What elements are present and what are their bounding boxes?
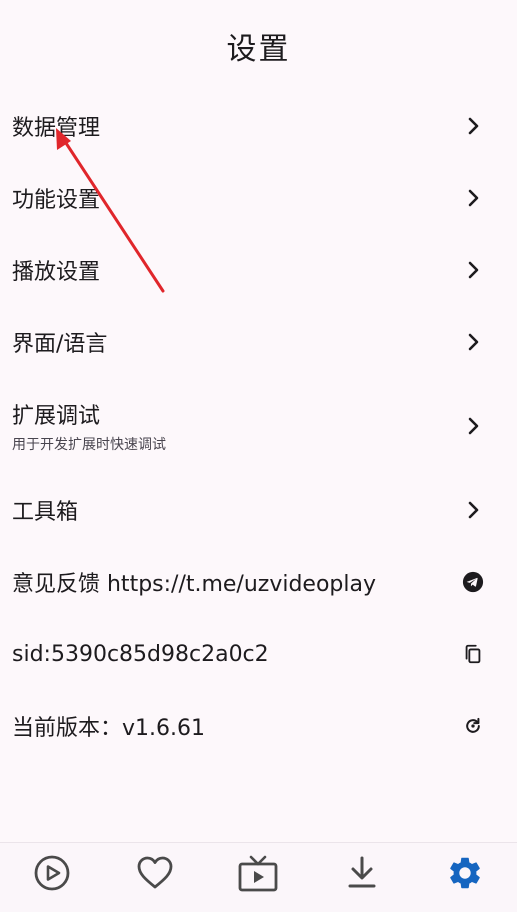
settings-item-version[interactable]: 当前版本：v1.6.61	[0, 690, 517, 762]
download-icon	[345, 855, 379, 895]
chevron-right-icon	[459, 412, 487, 440]
settings-screen: 设置 数据管理 功能设置 播放设置 界面/语言 扩展调试 用于开发扩展时快速调试…	[0, 0, 517, 912]
settings-item-sid[interactable]: sid:5390c85d98c2a0c2	[0, 618, 517, 690]
chevron-right-icon	[459, 184, 487, 212]
chevron-right-icon	[459, 256, 487, 284]
settings-item-label: 数据管理	[12, 116, 101, 141]
settings-item-feedback[interactable]: 意见反馈 https://t.me/uzvideoplay	[0, 546, 517, 618]
nav-live-tab[interactable]	[228, 850, 288, 900]
heart-icon	[135, 855, 175, 895]
settings-item-label: 播放设置	[12, 260, 101, 285]
chevron-right-icon	[459, 112, 487, 140]
play-circle-icon	[33, 854, 71, 896]
page-title: 设置	[226, 32, 291, 67]
nav-play-tab[interactable]	[22, 850, 82, 900]
settings-item-label: 意见反馈 https://t.me/uzvideoplay	[12, 572, 377, 597]
settings-item-extension-debug[interactable]: 扩展调试 用于开发扩展时快速调试	[0, 378, 517, 474]
nav-favorites-tab[interactable]	[125, 850, 185, 900]
gear-icon	[446, 854, 484, 896]
copy-icon[interactable]	[459, 640, 487, 668]
settings-item-label: sid:5390c85d98c2a0c2	[12, 641, 269, 667]
settings-item-toolbox[interactable]: 工具箱	[0, 474, 517, 546]
settings-item-playback[interactable]: 播放设置	[0, 234, 517, 306]
tv-icon	[237, 853, 279, 897]
settings-item-subtitle: 用于开发扩展时快速调试	[12, 437, 166, 453]
refresh-icon[interactable]	[459, 712, 487, 740]
settings-item-label: 界面/语言	[12, 332, 108, 357]
telegram-icon	[459, 568, 487, 596]
chevron-right-icon	[459, 496, 487, 524]
nav-download-tab[interactable]	[332, 850, 392, 900]
settings-item-label: 扩展调试	[12, 404, 101, 429]
bottom-navigation	[0, 842, 517, 912]
settings-item-interface-language[interactable]: 界面/语言	[0, 306, 517, 378]
settings-item-data-management[interactable]: 数据管理	[0, 90, 517, 162]
settings-item-label: 工具箱	[12, 500, 79, 525]
settings-item-label: 功能设置	[12, 188, 101, 213]
chevron-right-icon	[459, 328, 487, 356]
app-bar: 设置	[0, 0, 517, 92]
settings-list: 数据管理 功能设置 播放设置 界面/语言 扩展调试 用于开发扩展时快速调试 工具…	[0, 90, 517, 762]
nav-settings-tab[interactable]	[435, 850, 495, 900]
settings-item-label: 当前版本：v1.6.61	[12, 716, 205, 741]
settings-item-function[interactable]: 功能设置	[0, 162, 517, 234]
